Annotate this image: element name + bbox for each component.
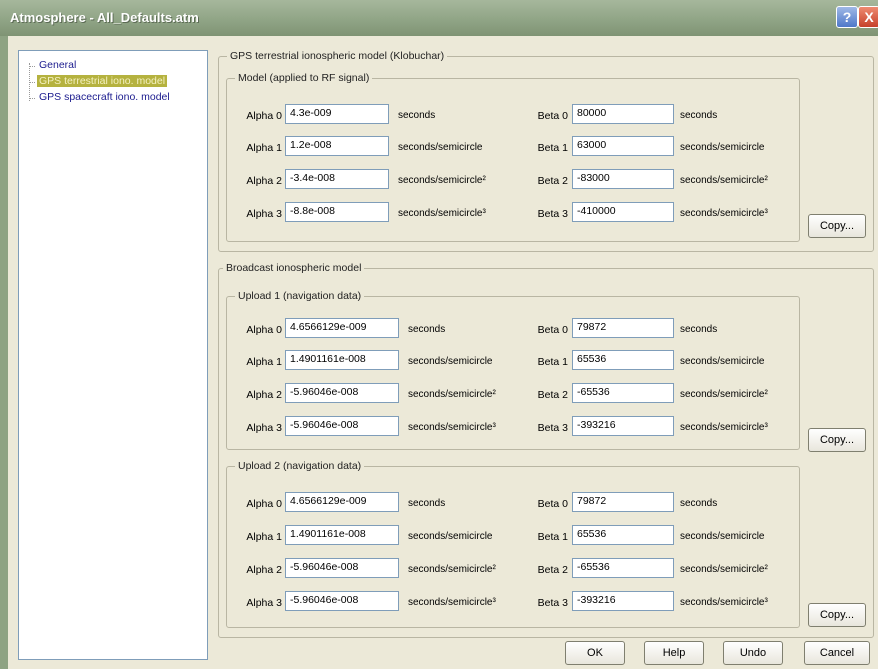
beta2-unit: seconds/semicircle² bbox=[680, 564, 768, 575]
tree-connector bbox=[29, 82, 35, 83]
close-title-button[interactable]: X bbox=[858, 6, 878, 28]
klobuchar-group-title: GPS terrestrial ionospheric model (Klobu… bbox=[227, 50, 448, 62]
upload2-beta2-input[interactable]: -65536 bbox=[572, 558, 674, 578]
model-group-title: Model (applied to RF signal) bbox=[235, 72, 373, 84]
beta2-unit: seconds/semicircle² bbox=[680, 389, 768, 400]
model-beta3-input[interactable]: -410000 bbox=[572, 202, 674, 222]
beta1-unit: seconds/semicircle bbox=[680, 356, 765, 367]
beta3-unit: seconds/semicircle³ bbox=[680, 208, 768, 219]
tree-connector bbox=[29, 66, 35, 67]
alpha0-label: Alpha 0 bbox=[246, 110, 282, 122]
help-title-button[interactable]: ? bbox=[836, 6, 858, 28]
cancel-button[interactable]: Cancel bbox=[804, 641, 870, 665]
beta2-unit: seconds/semicircle² bbox=[680, 175, 768, 186]
alpha1-label: Alpha 1 bbox=[246, 142, 282, 154]
alpha3-label: Alpha 3 bbox=[246, 422, 282, 434]
beta0-unit: seconds bbox=[680, 110, 718, 121]
tree-item-label: GPS terrestrial iono. model bbox=[37, 75, 168, 87]
alpha0-unit: seconds bbox=[408, 324, 446, 335]
alpha3-label: Alpha 3 bbox=[246, 208, 282, 220]
beta0-unit: seconds bbox=[680, 324, 718, 335]
beta1-unit: seconds/semicircle bbox=[680, 142, 765, 153]
model-beta1-input[interactable]: 63000 bbox=[572, 136, 674, 156]
beta2-label: Beta 2 bbox=[537, 564, 568, 576]
upload2-copy-button[interactable]: Copy... bbox=[808, 603, 866, 627]
upload1-alpha3-input[interactable]: -5.96046e-008 bbox=[285, 416, 399, 436]
alpha1-unit: seconds/semicircle bbox=[408, 356, 493, 367]
navigation-tree: General GPS terrestrial iono. model GPS … bbox=[18, 50, 208, 660]
alpha2-unit: seconds/semicircle² bbox=[408, 564, 496, 575]
upload2-beta1-input[interactable]: 65536 bbox=[572, 525, 674, 545]
tree-item-spacecraft-iono[interactable]: GPS spacecraft iono. model bbox=[29, 91, 172, 105]
alpha2-unit: seconds/semicircle² bbox=[398, 175, 486, 186]
alpha2-unit: seconds/semicircle² bbox=[408, 389, 496, 400]
alpha1-unit: seconds/semicircle bbox=[398, 142, 483, 153]
ok-button[interactable]: OK bbox=[565, 641, 625, 665]
beta3-unit: seconds/semicircle³ bbox=[680, 597, 768, 608]
model-beta2-input[interactable]: -83000 bbox=[572, 169, 674, 189]
upload2-beta3-input[interactable]: -393216 bbox=[572, 591, 674, 611]
upload1-beta1-input[interactable]: 65536 bbox=[572, 350, 674, 370]
alpha0-label: Alpha 0 bbox=[246, 324, 282, 336]
beta0-unit: seconds bbox=[680, 498, 718, 509]
upload1-alpha1-input[interactable]: 1.4901161e-008 bbox=[285, 350, 399, 370]
tree-item-terrestrial-iono[interactable]: GPS terrestrial iono. model bbox=[29, 75, 168, 89]
alpha3-unit: seconds/semicircle³ bbox=[398, 208, 486, 219]
undo-button[interactable]: Undo bbox=[723, 641, 783, 665]
upload2-alpha0-input[interactable]: 4.6566129e-009 bbox=[285, 492, 399, 512]
upload2-beta0-input[interactable]: 79872 bbox=[572, 492, 674, 512]
alpha0-label: Alpha 0 bbox=[246, 498, 282, 510]
alpha1-label: Alpha 1 bbox=[246, 531, 282, 543]
beta1-label: Beta 1 bbox=[537, 356, 568, 368]
beta0-label: Beta 0 bbox=[537, 498, 568, 510]
alpha2-label: Alpha 2 bbox=[246, 564, 282, 576]
title-bar: Atmosphere - All_Defaults.atm ? X bbox=[0, 0, 878, 36]
beta3-label: Beta 3 bbox=[537, 422, 568, 434]
alpha1-unit: seconds/semicircle bbox=[408, 531, 493, 542]
beta1-unit: seconds/semicircle bbox=[680, 531, 765, 542]
upload1-beta3-input[interactable]: -393216 bbox=[572, 416, 674, 436]
tree-item-general[interactable]: General bbox=[29, 59, 78, 73]
window-title: Atmosphere - All_Defaults.atm bbox=[10, 10, 199, 25]
upload1-beta2-input[interactable]: -65536 bbox=[572, 383, 674, 403]
upload2-group-title: Upload 2 (navigation data) bbox=[235, 460, 365, 472]
beta0-label: Beta 0 bbox=[537, 324, 568, 336]
model-alpha1-input[interactable]: 1.2e-008 bbox=[285, 136, 389, 156]
upload2-alpha1-input[interactable]: 1.4901161e-008 bbox=[285, 525, 399, 545]
alpha2-label: Alpha 2 bbox=[246, 389, 282, 401]
alpha2-label: Alpha 2 bbox=[246, 175, 282, 187]
tree-item-label: GPS spacecraft iono. model bbox=[39, 91, 170, 103]
beta3-label: Beta 3 bbox=[537, 208, 568, 220]
upload2-alpha3-input[interactable]: -5.96046e-008 bbox=[285, 591, 399, 611]
upload1-beta0-input[interactable]: 79872 bbox=[572, 318, 674, 338]
model-alpha0-input[interactable]: 4.3e-009 bbox=[285, 104, 389, 124]
alpha3-unit: seconds/semicircle³ bbox=[408, 422, 496, 433]
alpha0-unit: seconds bbox=[398, 110, 436, 121]
beta2-label: Beta 2 bbox=[537, 175, 568, 187]
help-button[interactable]: Help bbox=[644, 641, 704, 665]
beta0-label: Beta 0 bbox=[537, 110, 568, 122]
model-alpha3-input[interactable]: -8.8e-008 bbox=[285, 202, 389, 222]
upload1-group-title: Upload 1 (navigation data) bbox=[235, 290, 365, 302]
alpha3-label: Alpha 3 bbox=[246, 597, 282, 609]
upload1-alpha2-input[interactable]: -5.96046e-008 bbox=[285, 383, 399, 403]
alpha3-unit: seconds/semicircle³ bbox=[408, 597, 496, 608]
beta1-label: Beta 1 bbox=[537, 142, 568, 154]
alpha0-unit: seconds bbox=[408, 498, 446, 509]
tree-item-label: General bbox=[39, 59, 77, 71]
beta3-unit: seconds/semicircle³ bbox=[680, 422, 768, 433]
beta2-label: Beta 2 bbox=[537, 389, 568, 401]
upload2-alpha2-input[interactable]: -5.96046e-008 bbox=[285, 558, 399, 578]
upload1-alpha0-input[interactable]: 4.6566129e-009 bbox=[285, 318, 399, 338]
upload1-copy-button[interactable]: Copy... bbox=[808, 428, 866, 452]
beta1-label: Beta 1 bbox=[537, 531, 568, 543]
alpha1-label: Alpha 1 bbox=[246, 356, 282, 368]
model-alpha2-input[interactable]: -3.4e-008 bbox=[285, 169, 389, 189]
broadcast-group-title: Broadcast ionospheric model bbox=[223, 262, 365, 274]
tree-connector bbox=[29, 98, 35, 99]
beta3-label: Beta 3 bbox=[537, 597, 568, 609]
model-beta0-input[interactable]: 80000 bbox=[572, 104, 674, 124]
model-copy-button[interactable]: Copy... bbox=[808, 214, 866, 238]
window-left-frame bbox=[0, 36, 8, 669]
